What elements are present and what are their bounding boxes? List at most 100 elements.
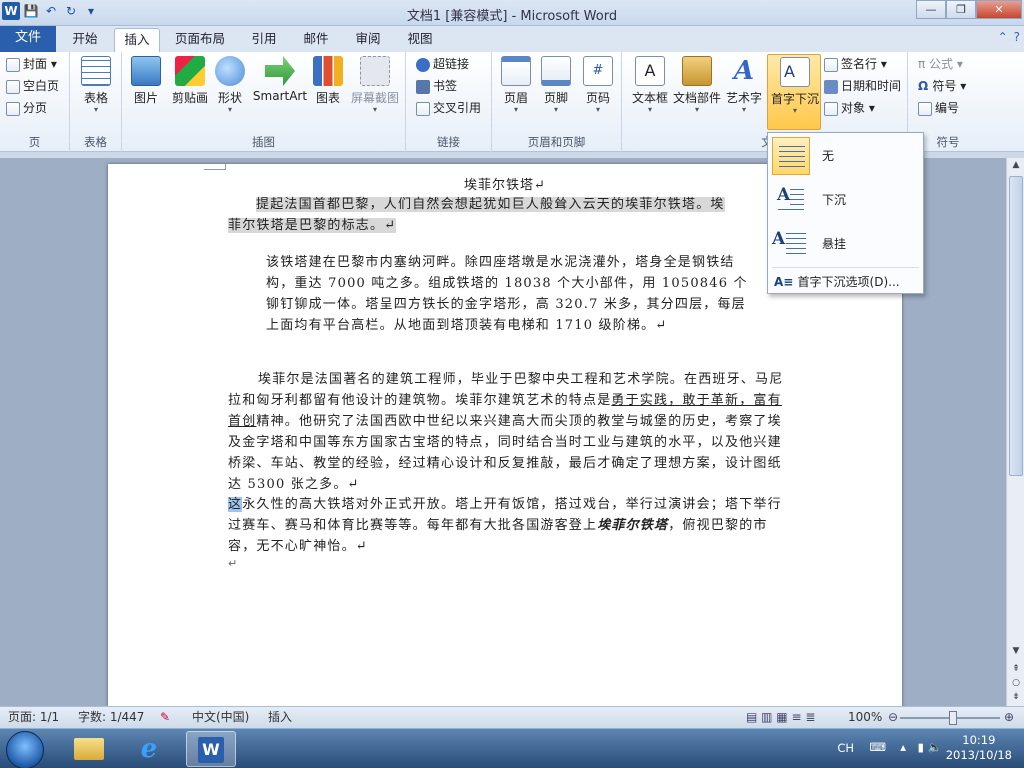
view-buttons[interactable]: ▤ ▥ ▦ ≡ ≣ <box>746 707 815 728</box>
wordart-icon: A <box>733 56 755 86</box>
language[interactable]: 中文(中国) <box>192 707 249 728</box>
scroll-down-icon[interactable]: ▼ <box>1007 646 1024 656</box>
tab-view[interactable]: 视图 <box>400 28 440 52</box>
selected-char: 这 <box>228 497 243 512</box>
hyperlink-button[interactable]: 超链接 <box>416 54 469 74</box>
start-button[interactable] <box>6 731 44 768</box>
minimize-button[interactable]: — <box>916 0 946 19</box>
calendar-icon <box>824 79 838 94</box>
proofing-icon[interactable]: ✎ <box>160 707 170 728</box>
date-time-button[interactable]: 日期和时间 <box>824 76 901 96</box>
dropcap-options-item[interactable]: A≡ 首字下沉选项(D)... <box>774 273 900 290</box>
hyperlink-icon <box>416 57 430 72</box>
paragraph-4: 这永久性的高大铁塔对外正式开放。塔上开有饭馆，搭过戏台，举行过演讲会；塔下举行过… <box>228 497 782 554</box>
volume-icon[interactable]: 🔈 <box>928 740 942 754</box>
word-taskbar-button[interactable]: W <box>186 731 236 767</box>
dropcap-margin-item[interactable]: A 悬挂 <box>770 223 921 265</box>
group-label: 页 <box>28 135 41 149</box>
footer-button[interactable]: 页脚 ▾ <box>538 56 574 114</box>
keyboard-icon[interactable]: ⌨ <box>869 740 886 754</box>
signature-line-button[interactable]: 签名行 ▾ <box>824 54 887 74</box>
textbox-icon: A <box>635 56 665 86</box>
quickparts-button[interactable]: 文档部件 ▾ <box>672 56 722 114</box>
dropcap-none-item[interactable]: 无 <box>770 135 921 177</box>
cover-page-button[interactable]: 封面 ▾ <box>6 54 57 74</box>
shapes-icon <box>215 56 245 86</box>
textbox-button[interactable]: A 文本框 ▾ <box>630 56 670 114</box>
chart-button[interactable]: 图表 <box>312 56 344 106</box>
dropcap-dropped-item[interactable]: A 下沉 <box>770 179 921 221</box>
page-break-icon <box>6 101 20 116</box>
object-button[interactable]: 对象 ▾ <box>824 98 875 118</box>
zoom-out-icon[interactable]: ⊖ <box>888 707 898 728</box>
illustrations-group: 图片 剪贴画 形状 ▾ SmartArt 图表 屏幕截图 ▾ 插图 <box>122 52 406 152</box>
paragraph-mark: ↵ <box>228 557 238 570</box>
restore-button[interactable]: ❐ <box>946 0 976 19</box>
symbol-button[interactable]: Ω 符号 ▾ <box>918 76 966 96</box>
table-icon <box>81 56 111 86</box>
omega-icon: Ω <box>918 79 933 93</box>
group-label: 表格 <box>84 135 107 149</box>
close-button[interactable]: ✕ <box>976 0 1022 19</box>
network-icon[interactable]: ▮ <box>918 740 924 754</box>
tab-review[interactable]: 审阅 <box>348 28 388 52</box>
shapes-button[interactable]: 形状 ▾ <box>214 56 246 114</box>
signature-icon <box>824 57 838 72</box>
tab-file[interactable]: 文件 <box>0 26 56 52</box>
ie-taskbar-button[interactable]: e <box>124 731 174 767</box>
tab-references[interactable]: 引用 <box>244 28 284 52</box>
collapse-ribbon-icon[interactable]: ⌃ <box>998 30 1008 44</box>
number-button[interactable]: 编号 <box>918 98 959 118</box>
tray-arrow-icon[interactable]: ▴ <box>900 740 906 754</box>
wordart-button[interactable]: A 艺术字 ▾ <box>724 56 764 114</box>
window-title: 文档1 [兼容模式] - Microsoft Word <box>406 9 618 24</box>
page-break-button[interactable]: 分页 <box>6 98 47 118</box>
page-count[interactable]: 页面: 1/1 <box>8 707 59 728</box>
zoom-level[interactable]: 100% <box>848 707 882 728</box>
paragraph-1: 提起法国首都巴黎，人们自然会想起犹如巨人般耸入云天的埃菲尔铁塔。埃 <box>256 197 725 212</box>
tab-mailings[interactable]: 邮件 <box>296 28 336 52</box>
group-label: 链接 <box>437 135 460 149</box>
folder-icon <box>74 738 104 760</box>
ie-icon: e <box>140 734 158 764</box>
table-button[interactable]: 表格 ▾ <box>78 56 114 114</box>
header-button[interactable]: 页眉 ▾ <box>498 56 534 114</box>
zoom-in-icon[interactable]: ⊕ <box>1004 707 1014 728</box>
crossref-icon <box>416 101 430 116</box>
prev-page-icon[interactable]: ⇞ <box>1007 664 1024 674</box>
crossref-button[interactable]: 交叉引用 <box>416 98 481 118</box>
zoom-slider-knob[interactable] <box>949 711 957 725</box>
screenshot-button[interactable]: 屏幕截图 ▾ <box>348 56 402 114</box>
object-icon <box>824 101 838 116</box>
blank-page-button[interactable]: 空白页 <box>6 76 59 96</box>
tab-insert[interactable]: 插入 <box>114 28 160 52</box>
equation-button[interactable]: π 公式 ▾ <box>918 54 963 74</box>
dropcap-margin-icon: A <box>772 225 810 263</box>
scroll-up-icon[interactable]: ▲ <box>1007 160 1024 170</box>
dropcap-button[interactable]: A 首字下沉 ▾ <box>767 54 821 130</box>
explorer-taskbar-button[interactable] <box>64 731 114 767</box>
ime-indicator[interactable]: CH <box>837 741 854 755</box>
tab-home[interactable]: 开始 <box>62 28 108 52</box>
paragraph-2: 该铁塔建在巴黎市内塞纳河畔。除四座塔墩是水泥浇灌外，塔身全是钢铁结构，重达 70… <box>266 255 748 333</box>
clipart-button[interactable]: 剪贴画 <box>168 56 212 106</box>
ribbon-tabs: 文件 开始 插入 页面布局 引用 邮件 审阅 视图 ⌃ ? <box>0 26 1024 52</box>
vertical-scrollbar[interactable]: ▲ ▼ ⇞ ○ ⇟ <box>1006 158 1024 706</box>
insert-mode[interactable]: 插入 <box>268 707 292 728</box>
clock[interactable]: 10:19 2013/10/18 <box>946 733 1012 763</box>
picture-icon <box>131 56 161 86</box>
browse-object-icon[interactable]: ○ <box>1007 678 1024 688</box>
header-icon <box>501 56 531 86</box>
picture-button[interactable]: 图片 <box>128 56 164 106</box>
scroll-thumb[interactable] <box>1009 176 1023 476</box>
bookmark-button[interactable]: 书签 <box>416 76 457 96</box>
tab-page-layout[interactable]: 页面布局 <box>168 28 232 52</box>
chart-icon <box>313 56 343 86</box>
help-icon[interactable]: ? <box>1014 30 1020 44</box>
smartart-button[interactable]: SmartArt <box>252 56 308 103</box>
word-count[interactable]: 字数: 1/447 <box>78 707 144 728</box>
dropcap-dropped-icon: A <box>772 181 810 219</box>
next-page-icon[interactable]: ⇟ <box>1007 692 1024 702</box>
page-number-button[interactable]: # 页码 ▾ <box>580 56 616 114</box>
margin-corner <box>204 164 226 170</box>
